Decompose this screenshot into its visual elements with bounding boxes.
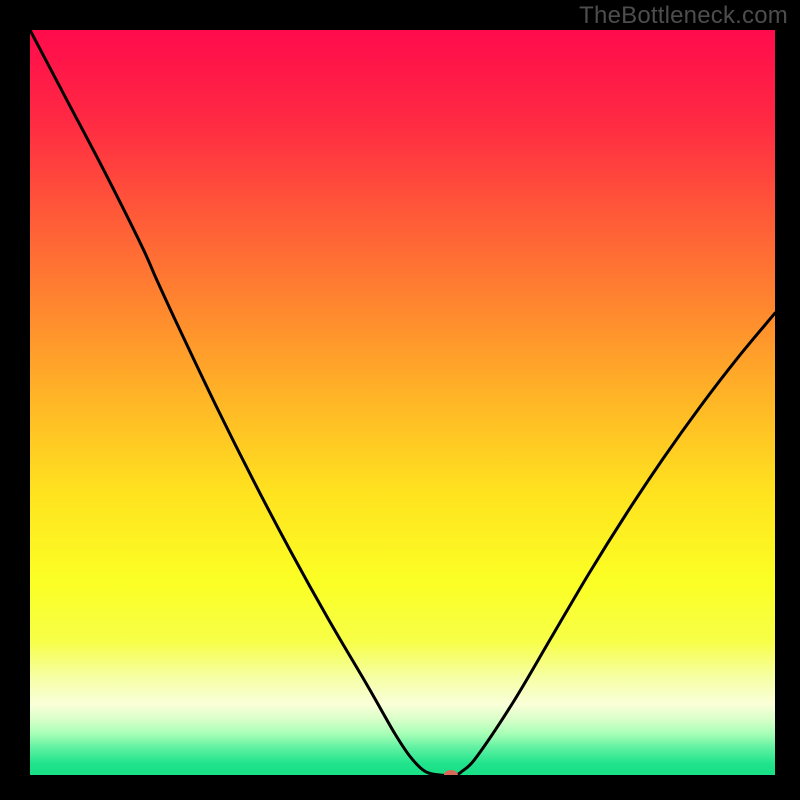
gradient-background — [30, 30, 775, 775]
bottleneck-chart-svg — [30, 30, 775, 775]
watermark-text: TheBottleneck.com — [579, 2, 788, 30]
chart-frame: TheBottleneck.com — [0, 0, 800, 800]
plot-area — [30, 30, 775, 775]
